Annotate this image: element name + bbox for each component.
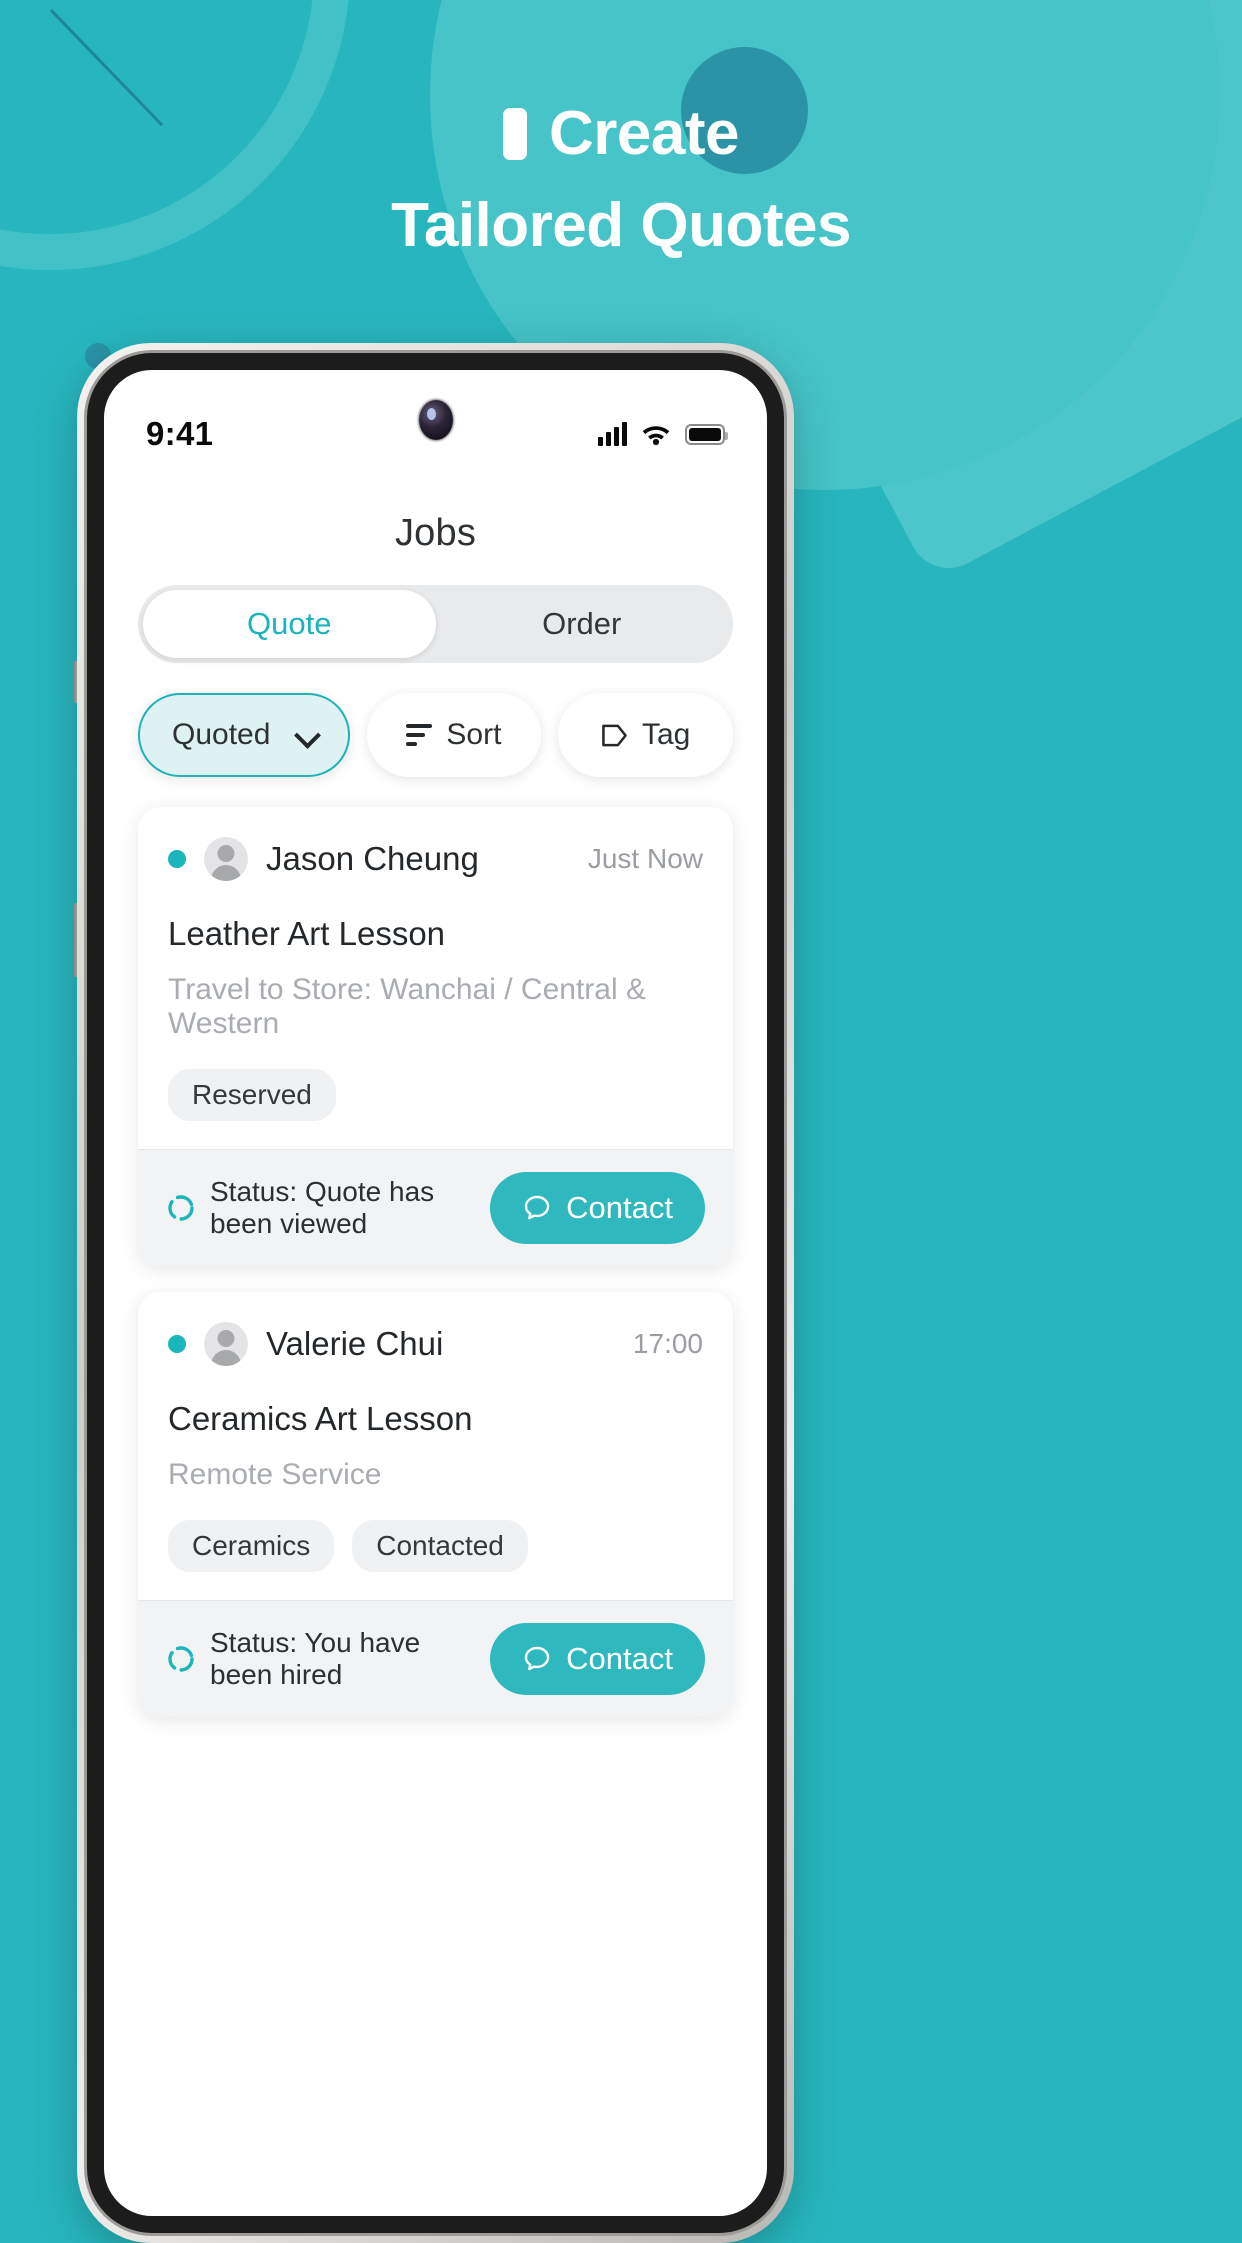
status-bar: 9:41 [104, 370, 767, 468]
sort-button[interactable]: Sort [366, 693, 542, 777]
filter-bar: Quoted Sort Tag [104, 663, 767, 785]
filter-status-dropdown[interactable]: Quoted [138, 693, 350, 777]
contact-button[interactable]: Contact [490, 1623, 705, 1695]
chevron-down-icon [296, 724, 318, 746]
status-bar-indicators [598, 422, 728, 446]
front-camera-icon [418, 400, 453, 440]
contact-button-label: Contact [566, 1641, 673, 1676]
job-title: Ceramics Art Lesson [168, 1400, 473, 1437]
job-card-footer: Status: You have been hired Contact [138, 1600, 733, 1717]
customer-name: Jason Cheung [266, 840, 479, 877]
signal-bars-icon [598, 422, 627, 446]
job-timestamp: 17:00 [632, 1328, 703, 1359]
phone-screen: 9:41 Jobs Quote Order Quoted Sort Tag Ja… [104, 370, 767, 2216]
tag-label: Tag [641, 718, 691, 751]
chat-bubble-icon [524, 1195, 550, 1220]
job-card-footer: Status: Quote has been viewed Contact [138, 1149, 733, 1266]
unread-indicator-dot [168, 850, 186, 868]
job-card[interactable]: Valerie Chui 17:00 Ceramics Art Lesson R… [138, 1292, 733, 1717]
job-card-header: Valerie Chui 17:00 [168, 1322, 703, 1366]
status-bar-time: 9:41 [146, 415, 214, 452]
headline-line-2: Tailored Quotes [391, 190, 851, 260]
tag-button[interactable]: Tag [558, 693, 733, 777]
tab-order[interactable]: Order [436, 590, 729, 658]
job-subtitle: Travel to Store: Wanchai / Central & Wes… [168, 973, 646, 1040]
job-card-body: Jason Cheung Just Now Leather Art Lesson… [138, 807, 733, 1149]
page-title: Jobs [394, 512, 477, 554]
sort-label: Sort [446, 718, 502, 751]
tag-icon [602, 724, 627, 746]
filter-status-label: Quoted [172, 718, 271, 751]
jobs-list: Jason Cheung Just Now Leather Art Lesson… [104, 785, 767, 1717]
sort-icon [406, 724, 433, 746]
customer-name: Valerie Chui [266, 1325, 444, 1362]
job-card-body: Valerie Chui 17:00 Ceramics Art Lesson R… [138, 1292, 733, 1600]
job-status-text: Status: Quote has been viewed [210, 1176, 435, 1239]
job-tag[interactable]: Reserved [168, 1069, 336, 1121]
status-progress-icon [168, 1646, 194, 1672]
avatar [204, 837, 248, 881]
wifi-icon [642, 426, 670, 446]
job-tags: Ceramics Contacted [168, 1520, 703, 1572]
segmented-control: Quote Order [138, 585, 733, 663]
promo-headline: Create Tailored Quotes [0, 88, 1242, 272]
tab-quote[interactable]: Quote [143, 590, 436, 658]
job-tag[interactable]: Contacted [352, 1520, 528, 1572]
contact-button-label: Contact [566, 1190, 673, 1225]
unread-indicator-dot [168, 1335, 186, 1353]
battery-icon [685, 423, 728, 445]
job-timestamp: Just Now [587, 843, 703, 874]
phone-mockup: 9:41 Jobs Quote Order Quoted Sort Tag Ja… [73, 343, 794, 2243]
job-subtitle: Remote Service [168, 1458, 382, 1491]
job-tag[interactable]: Ceramics [168, 1520, 335, 1572]
chat-bubble-icon [524, 1646, 550, 1671]
job-card-header: Jason Cheung Just Now [168, 837, 703, 881]
status-progress-icon [168, 1195, 194, 1221]
job-tags: Reserved [168, 1069, 703, 1121]
job-status-text: Status: You have been hired [210, 1627, 421, 1690]
avatar [204, 1322, 248, 1366]
job-title: Leather Art Lesson [168, 915, 446, 952]
contact-button[interactable]: Contact [490, 1172, 705, 1244]
headline-bar-accent [503, 108, 527, 160]
job-card[interactable]: Jason Cheung Just Now Leather Art Lesson… [138, 807, 733, 1266]
headline-line-1: Create [549, 99, 740, 168]
